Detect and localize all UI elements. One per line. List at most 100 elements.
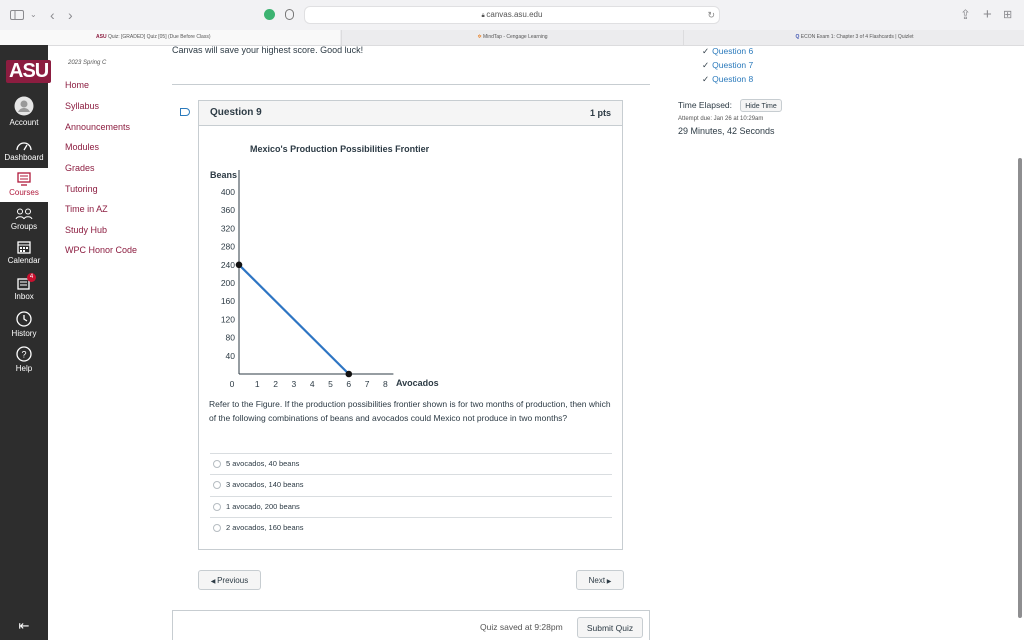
answer-option[interactable]: 1 avocado, 200 beans <box>210 496 612 518</box>
hide-time-button[interactable]: Hide Time <box>740 99 782 112</box>
plus-icon[interactable]: + <box>983 0 992 30</box>
radio-button[interactable] <box>213 524 221 533</box>
collapse-icon[interactable]: ⇤ <box>0 618 48 634</box>
previous-button[interactable]: ◀ Previous <box>198 570 261 590</box>
nav-dashboard[interactable]: Dashboard <box>0 139 48 162</box>
nav-inbox[interactable]: 4 Inbox <box>0 273 48 301</box>
nav-label: History <box>11 329 37 338</box>
time-elapsed-value: 29 Minutes, 42 Seconds <box>678 126 775 136</box>
tab-mindtap[interactable]: ✲ MindTap - Cengage Learning <box>341 30 683 45</box>
tab-label: MindTap - Cengage Learning <box>483 34 548 40</box>
nav-groups[interactable]: Groups <box>0 208 48 231</box>
nav-courses[interactable]: Courses <box>0 168 48 202</box>
chevron-down-icon[interactable]: ⌄ <box>30 0 37 30</box>
asu-logo[interactable]: ASU <box>6 60 52 83</box>
course-nav-wpc-honor-code[interactable]: WPC Honor Code <box>65 245 137 255</box>
x-tick-label: 5 <box>328 379 333 389</box>
global-nav <box>0 45 48 640</box>
question-text: Refer to the Figure. If the production p… <box>209 399 611 423</box>
time-elapsed-label: Time Elapsed: <box>678 100 733 110</box>
history-icon <box>16 311 32 327</box>
ppf-endpoint <box>235 261 243 269</box>
question-link: Question 7 <box>712 60 754 70</box>
tab-quiz[interactable]: ASU Quiz: [GRADED] Quiz [05] (Due Before… <box>0 30 340 45</box>
nav-label: Groups <box>10 222 38 231</box>
course-nav-syllabus[interactable]: Syllabus <box>65 101 99 111</box>
radio-button[interactable] <box>213 503 221 512</box>
answer-option[interactable]: 5 avocados, 40 beans <box>210 453 612 475</box>
courses-icon <box>17 172 31 186</box>
question-header <box>199 101 622 126</box>
y-axis-label: Beans <box>210 170 237 180</box>
x-tick-label: 8 <box>383 379 388 389</box>
submit-quiz-button[interactable]: Submit Quiz <box>577 617 643 638</box>
reload-icon[interactable]: ↻ <box>707 7 715 23</box>
address-text: canvas.asu.edu <box>486 10 543 19</box>
nav-calendar[interactable]: Calendar <box>0 240 48 265</box>
quiz-instructions: Canvas will save your highest score. Goo… <box>172 45 364 55</box>
course-nav-announcements[interactable]: Announcements <box>65 122 130 132</box>
answer-option[interactable]: 3 avocados, 140 beans <box>210 474 612 496</box>
privacy-shield-icon[interactable] <box>285 9 294 20</box>
address-bar[interactable]: 🔒︎ canvas.asu.edu ↻ <box>304 6 720 24</box>
nav-history[interactable]: History <box>0 311 48 338</box>
sidebar-icon[interactable] <box>10 0 24 31</box>
answer-label: 5 avocados, 40 beans <box>226 459 300 468</box>
nav-account[interactable]: Account <box>0 96 48 127</box>
ppf-chart: BeansAvocados408012016020024028032036040… <box>210 170 439 389</box>
answer-label: 1 avocado, 200 beans <box>226 502 300 511</box>
tab-quizlet[interactable]: Q ECON Exam 1: Chapter 3 of 4 Flashcards… <box>683 30 1024 45</box>
course-nav-modules[interactable]: Modules <box>65 142 99 152</box>
forward-icon[interactable]: › <box>68 0 73 30</box>
x-tick-label: 7 <box>365 379 370 389</box>
answer-label: 3 avocados, 140 beans <box>226 480 304 489</box>
course-nav-study-hub[interactable]: Study Hub <box>65 225 107 235</box>
nav-help[interactable]: ? Help <box>0 346 48 373</box>
inbox-badge: 4 <box>27 273 36 282</box>
share-icon[interactable]: ⇪ <box>960 0 971 30</box>
x-tick-label: 2 <box>273 379 278 389</box>
back-icon[interactable]: ‹ <box>50 0 55 30</box>
scrollbar[interactable] <box>1018 158 1022 618</box>
previous-label: Previous <box>217 576 249 585</box>
grid-icon[interactable]: ⊞ <box>1003 0 1012 30</box>
next-label: Next <box>588 576 606 585</box>
x-tick-label: 4 <box>310 379 315 389</box>
tab-label: Quiz: [GRADED] Quiz [05] (Due Before Cla… <box>107 34 211 40</box>
x-tick-label: 6 <box>346 379 351 389</box>
y-tick-label: 400 <box>221 187 235 197</box>
y-tick-label: 160 <box>221 296 235 306</box>
ppf-line <box>238 264 350 375</box>
nav-label: Help <box>15 364 33 373</box>
y-tick-label: 320 <box>221 223 235 233</box>
course-nav-time-in-az[interactable]: Time in AZ <box>65 204 108 214</box>
y-tick-label: 80 <box>226 333 236 343</box>
check-icon: ✓ <box>702 74 710 84</box>
tab-strip: ASU Quiz: [GRADED] Quiz [05] (Due Before… <box>0 30 1024 46</box>
nav-label: Dashboard <box>4 153 44 162</box>
chart-title: Mexico's Production Possibilities Fronti… <box>250 144 430 154</box>
svg-text:?: ? <box>21 350 26 360</box>
sidebar-question-8[interactable]: ✓ Question 8 <box>702 74 753 85</box>
course-term: 2023 Spring C <box>68 60 107 66</box>
browser-toolbar: ⌄ ‹ › 🔒︎ canvas.asu.edu ↻ ⇪ + ⊞ <box>0 0 1024 30</box>
nav-label: Courses <box>9 188 39 197</box>
answer-label: 2 avocados, 160 beans <box>226 523 304 532</box>
radio-button[interactable] <box>213 460 221 469</box>
course-nav-grades[interactable]: Grades <box>65 163 95 173</box>
tab-label: ECON Exam 1: Chapter 3 of 4 Flashcards |… <box>800 34 914 40</box>
sidebar-question-7[interactable]: ✓ Question 7 <box>702 60 753 71</box>
radio-button[interactable] <box>213 481 221 490</box>
flag-question-icon[interactable] <box>180 108 190 116</box>
answer-option[interactable]: 2 avocados, 160 beans <box>210 517 612 539</box>
course-nav-home[interactable]: Home <box>65 80 89 90</box>
check-icon: ✓ <box>702 46 710 56</box>
nav-label: Calendar <box>7 256 41 265</box>
y-tick-label: 360 <box>221 205 235 215</box>
check-icon: ✓ <box>702 60 710 70</box>
extension-icon[interactable] <box>264 9 275 20</box>
next-button[interactable]: Next ▶ <box>576 570 624 590</box>
sidebar-question-6[interactable]: ✓ Question 6 <box>702 46 753 57</box>
y-tick-label: 240 <box>221 260 235 270</box>
course-nav-tutoring[interactable]: Tutoring <box>65 184 98 194</box>
